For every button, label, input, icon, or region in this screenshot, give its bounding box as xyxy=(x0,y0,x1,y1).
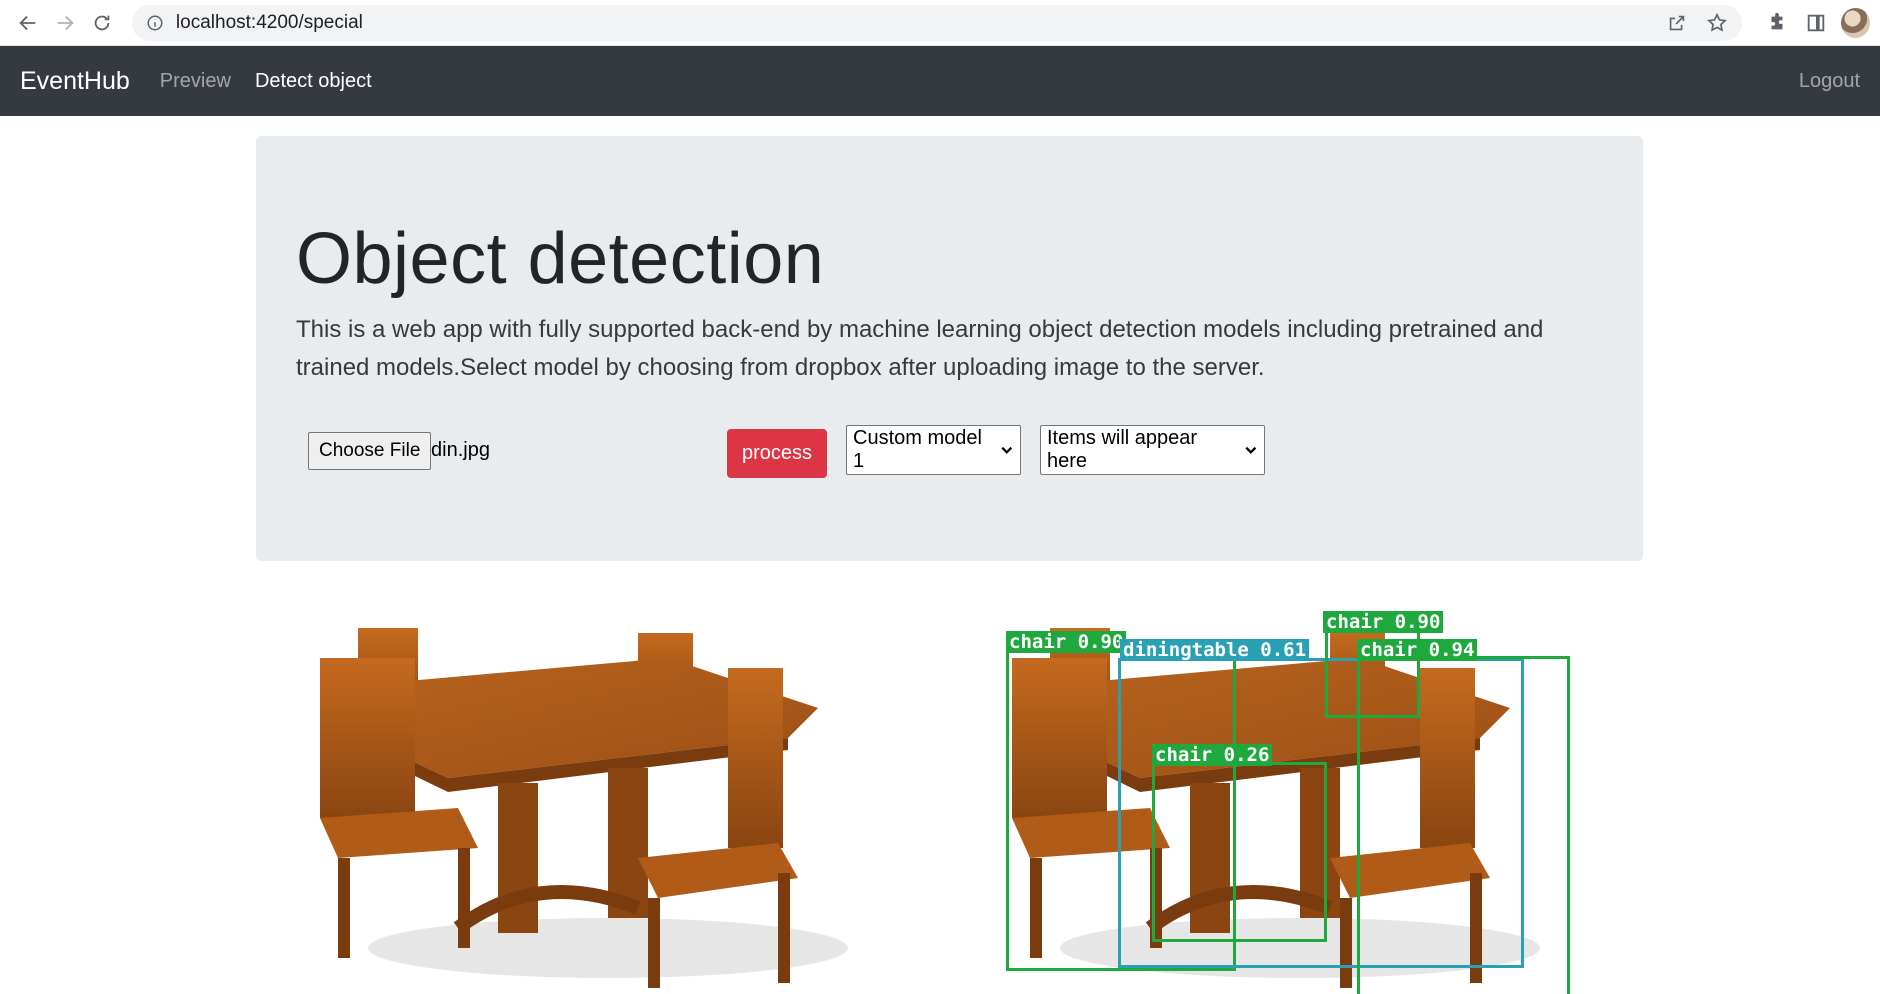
detection-result-image: chair 0.90 diningtable 0.61 chair 0.90 c… xyxy=(1000,608,1588,994)
process-button[interactable]: process xyxy=(727,429,827,478)
upload-controls: Choose File din.jpg process Custom model… xyxy=(308,425,1308,492)
navbar-brand[interactable]: EventHub xyxy=(20,67,130,96)
choose-file-button[interactable]: Choose File xyxy=(308,432,432,470)
forward-arrow-icon[interactable] xyxy=(47,4,84,42)
bookmark-star-icon[interactable] xyxy=(1706,12,1728,34)
detection-box-chair-right xyxy=(1357,656,1570,994)
logout-link[interactable]: Logout xyxy=(1799,70,1860,93)
detection-label: chair 0.94 xyxy=(1357,639,1478,661)
detection-box-chair-back-left xyxy=(1152,762,1327,942)
original-image xyxy=(308,608,896,994)
items-select[interactable]: Items will appear here xyxy=(1040,425,1265,475)
chevron-down-icon xyxy=(1245,446,1257,454)
url-text[interactable]: localhost:4200/special xyxy=(176,12,1648,34)
back-arrow-icon[interactable] xyxy=(10,4,47,42)
profile-avatar[interactable] xyxy=(1841,7,1870,38)
hero-panel: Object detection This is a web app with … xyxy=(256,136,1643,561)
share-icon[interactable] xyxy=(1666,12,1688,34)
nav-link-detect-object[interactable]: Detect object xyxy=(255,70,372,93)
extensions-puzzle-icon[interactable] xyxy=(1758,3,1797,43)
address-bar[interactable]: localhost:4200/special xyxy=(131,4,1742,41)
chevron-down-icon xyxy=(1001,446,1013,454)
detection-label: chair 0.90 xyxy=(1323,611,1444,633)
detection-label: chair 0.26 xyxy=(1152,744,1273,766)
detection-label: diningtable 0.61 xyxy=(1120,639,1310,661)
page-description: This is a web app with fully supported b… xyxy=(296,316,1544,381)
reload-icon[interactable] xyxy=(83,4,120,42)
model-select-value: Custom model 1 xyxy=(853,427,982,472)
app-navbar: EventHub Preview Detect object Logout xyxy=(0,46,1880,116)
items-select-value: Items will appear here xyxy=(1047,427,1198,472)
nav-link-preview[interactable]: Preview xyxy=(160,70,231,93)
model-select[interactable]: Custom model 1 xyxy=(846,425,1021,475)
detection-label: chair 0.90 xyxy=(1006,631,1127,653)
side-panel-icon[interactable] xyxy=(1797,3,1836,43)
selected-file-name: din.jpg xyxy=(431,439,490,461)
browser-toolbar: localhost:4200/special xyxy=(0,0,1880,46)
info-icon[interactable] xyxy=(146,14,164,32)
page-title: Object detection xyxy=(296,219,825,299)
